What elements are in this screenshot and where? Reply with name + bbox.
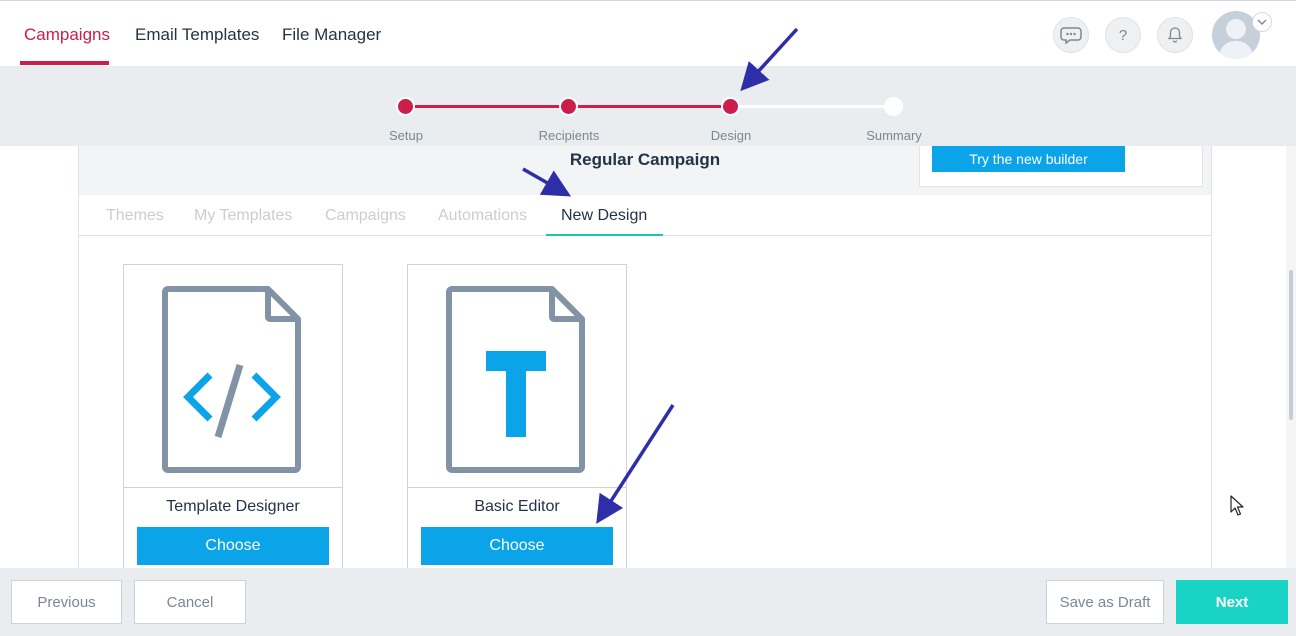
step-label-summary: Summary <box>866 128 922 143</box>
choose-template-designer-button[interactable]: Choose <box>137 527 329 565</box>
card-title-template-designer: Template Designer <box>166 498 300 515</box>
step-label-recipients: Recipients <box>538 128 600 143</box>
step-label-design: Design <box>710 128 752 143</box>
tab-campaigns[interactable]: Campaigns <box>325 207 406 225</box>
step-dot-recipients[interactable] <box>559 97 578 116</box>
help-glyph: ? <box>1118 26 1128 44</box>
bell-icon[interactable] <box>1157 17 1193 53</box>
nav-tab-file-manager[interactable]: File Manager <box>282 25 381 45</box>
tab-themes[interactable]: Themes <box>106 207 164 225</box>
progress-stepper: Setup Recipients Design Summary <box>0 66 1296 146</box>
step-dot-summary[interactable] <box>884 97 903 116</box>
tab-automations[interactable]: Automations <box>438 207 527 225</box>
card-separator <box>124 487 342 488</box>
code-file-icon <box>162 286 301 473</box>
tab-my-templates[interactable]: My Templates <box>194 207 292 225</box>
text-file-icon <box>446 286 585 473</box>
help-icon[interactable]: ? <box>1105 17 1141 53</box>
scrollbar-thumb[interactable] <box>1289 270 1293 420</box>
cancel-button[interactable]: Cancel <box>134 580 246 624</box>
try-new-builder-button[interactable]: Try the new builder <box>932 146 1125 172</box>
stepper-line-pending <box>731 105 893 108</box>
previous-button[interactable]: Previous <box>11 580 122 624</box>
card-title-basic-editor: Basic Editor <box>474 498 560 515</box>
save-draft-button[interactable]: Save as Draft <box>1046 580 1164 624</box>
chat-icon[interactable] <box>1053 17 1089 53</box>
nav-active-underline <box>20 61 109 65</box>
top-nav: Campaigns Email Templates File Manager ? <box>0 0 1296 66</box>
card-separator <box>408 487 626 488</box>
tab-new-design[interactable]: New Design <box>561 207 647 225</box>
step-label-setup: Setup <box>389 128 423 143</box>
step-dot-setup[interactable] <box>396 97 415 116</box>
mouse-cursor-icon <box>1230 495 1244 516</box>
tab-active-underline <box>546 234 663 236</box>
step-dot-design[interactable] <box>721 97 740 116</box>
footer-bar: Previous Cancel Save as Draft Next <box>0 568 1296 636</box>
nav-tab-campaigns[interactable]: Campaigns <box>24 25 110 45</box>
nav-tab-email-templates[interactable]: Email Templates <box>135 25 259 45</box>
template-designer-card[interactable]: Template Designer Choose <box>123 264 343 584</box>
basic-editor-card[interactable]: Basic Editor Choose <box>407 264 627 584</box>
next-button[interactable]: Next <box>1176 580 1288 624</box>
choose-basic-editor-button[interactable]: Choose <box>421 527 613 565</box>
chevron-down-icon[interactable] <box>1252 12 1272 32</box>
